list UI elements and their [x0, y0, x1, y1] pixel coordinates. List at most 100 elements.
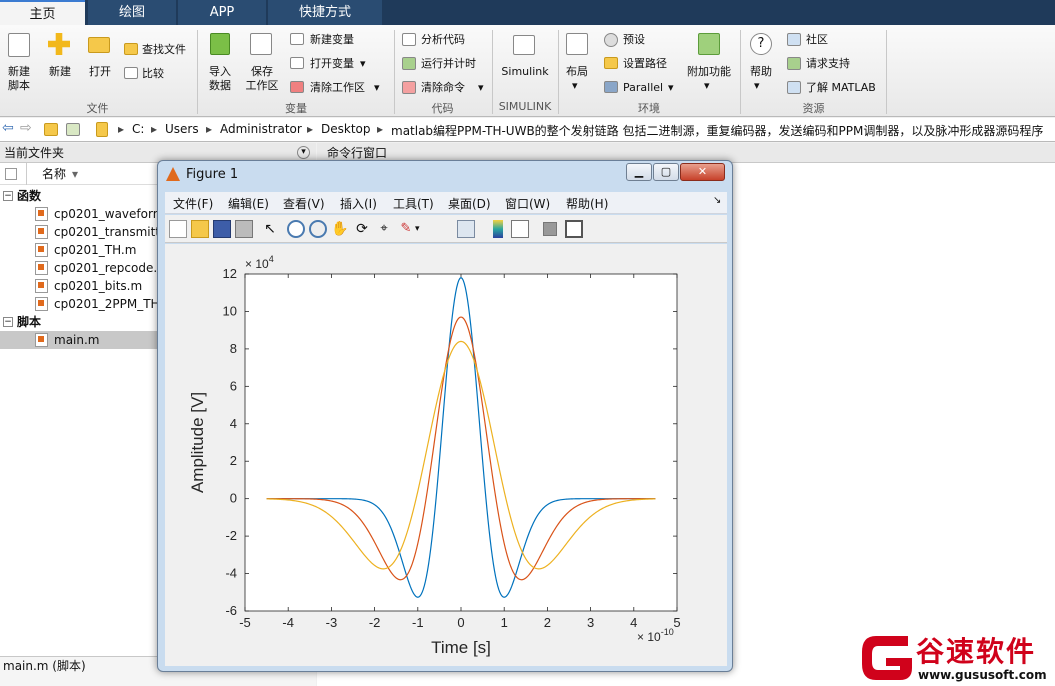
colorbar-icon[interactable]: [493, 220, 503, 238]
clear-workspace-button[interactable]: 清除工作区: [310, 81, 365, 95]
back-arrow-icon[interactable]: ⇦: [2, 120, 14, 136]
x-tick-label: 0: [457, 615, 464, 630]
divider: [26, 163, 27, 185]
pointer-icon[interactable]: ↖: [261, 220, 279, 238]
forward-arrow-icon[interactable]: ⇨: [20, 120, 32, 136]
zoom-out-icon[interactable]: [309, 220, 327, 238]
address-bar: ⇦ ⇨ ▸ C: ▸ Users ▸ Administrator ▸ Deskt…: [0, 118, 1055, 142]
set-path-button[interactable]: 设置路径: [623, 57, 667, 71]
close-button[interactable]: ✕: [680, 163, 725, 181]
pan-hand-icon[interactable]: ✋: [331, 220, 349, 238]
brand-name: 谷速软件: [916, 635, 1037, 668]
dock-arrow-icon[interactable]: ↘: [713, 195, 721, 206]
show-plot-tools-icon[interactable]: [565, 220, 583, 238]
tab-plots[interactable]: 绘图: [88, 0, 176, 25]
y-tick-label: 2: [230, 453, 237, 468]
menu-view[interactable]: 查看(V): [283, 195, 325, 212]
breadcrumb-administrator[interactable]: Administrator: [220, 122, 302, 136]
new-variable-button[interactable]: 新建变量: [310, 33, 354, 47]
new-button[interactable]: 新建: [44, 65, 76, 79]
chevron-down-icon[interactable]: ▾: [374, 81, 380, 95]
find-files-button[interactable]: 查找文件: [142, 43, 186, 57]
maximize-button[interactable]: ▢: [653, 163, 679, 181]
add-ons-button[interactable]: 附加功能: [684, 65, 734, 79]
brush-icon[interactable]: ✎: [397, 220, 415, 238]
open-variable-icon: [290, 57, 304, 69]
sort-arrow-icon[interactable]: ▾: [72, 163, 78, 185]
import-data-icon: [210, 33, 230, 55]
open-button[interactable]: 打开: [84, 65, 116, 79]
menu-help[interactable]: 帮助(H): [566, 195, 608, 212]
legend-icon[interactable]: [511, 220, 529, 238]
save-workspace-button[interactable]: 保存 工作区: [243, 65, 281, 93]
m-file-icon: [35, 243, 48, 257]
menu-insert[interactable]: 插入(I): [340, 195, 377, 212]
rotate-3d-icon[interactable]: ⟳: [353, 220, 371, 238]
link-plot-icon[interactable]: [457, 220, 475, 238]
chevron-down-icon[interactable]: ▾: [415, 220, 433, 238]
up-folder-icon[interactable]: [44, 123, 58, 136]
breadcrumb-drive[interactable]: C:: [132, 122, 144, 136]
menu-edit[interactable]: 编辑(E): [228, 195, 269, 212]
preferences-button[interactable]: 预设: [623, 33, 645, 47]
breadcrumb-project-folder[interactable]: matlab编程PPM-TH-UWB的整个发射链路 包括二进制源，重复编码器，发…: [391, 122, 1051, 139]
run-and-time-button[interactable]: 运行并计时: [421, 57, 476, 71]
chevron-down-icon[interactable]: ▾: [704, 79, 710, 93]
layout-button[interactable]: 布局: [561, 65, 593, 79]
clear-workspace-icon: [290, 81, 304, 93]
m-file-icon: [35, 261, 48, 275]
figure-canvas: -5 -4 -3 -2 -1 0 1 2 3 4 5 -6 -4 -2 0 2 4 6 8 10 12 × 104 × 10…: [165, 244, 727, 666]
learn-matlab-link[interactable]: 了解 MATLAB: [806, 81, 876, 95]
save-icon[interactable]: [213, 220, 231, 238]
analyze-code-button[interactable]: 分析代码: [421, 33, 465, 47]
folder-icon: [96, 122, 108, 137]
compare-button[interactable]: 比较: [142, 67, 164, 81]
select-all-checkbox[interactable]: [5, 168, 17, 180]
tab-home[interactable]: 主页: [0, 0, 85, 25]
browse-folder-icon[interactable]: [66, 123, 80, 136]
menu-tools[interactable]: 工具(T): [393, 195, 434, 212]
request-support-link[interactable]: 请求支持: [806, 57, 850, 71]
new-variable-icon: [290, 33, 304, 45]
chevron-down-icon[interactable]: ▾: [754, 79, 760, 93]
breadcrumb-desktop[interactable]: Desktop: [321, 122, 371, 136]
menu-desktop[interactable]: 桌面(D): [448, 195, 491, 212]
panel-menu-icon[interactable]: ▾: [297, 146, 310, 159]
tab-shortcuts[interactable]: 快捷方式: [268, 0, 382, 25]
collapse-icon[interactable]: −: [3, 317, 13, 327]
data-cursor-icon[interactable]: ⌖: [375, 220, 393, 238]
new-script-button[interactable]: 新建 脚本: [2, 65, 36, 93]
new-figure-icon[interactable]: [169, 220, 187, 238]
file-group-label: 文件: [86, 102, 109, 115]
collapse-icon[interactable]: −: [3, 191, 13, 201]
chevron-down-icon[interactable]: ▾: [572, 79, 578, 93]
chevron-down-icon[interactable]: ▾: [360, 57, 366, 71]
hide-plot-tools-icon[interactable]: [543, 222, 557, 236]
y-axis-label: Amplitude [V]: [188, 392, 207, 493]
file-name: cp0201_TH.m: [54, 243, 137, 257]
clear-commands-button[interactable]: 清除命令: [421, 81, 465, 95]
y-tick-label: 0: [230, 491, 237, 506]
m-file-icon: [35, 225, 48, 239]
open-variable-button[interactable]: 打开变量: [310, 57, 354, 71]
name-column-header[interactable]: 名称: [42, 163, 66, 185]
open-file-icon[interactable]: [191, 220, 209, 238]
chevron-down-icon[interactable]: ▾: [668, 81, 674, 95]
simulink-button[interactable]: Simulink: [497, 65, 553, 79]
menu-window[interactable]: 窗口(W): [505, 195, 550, 212]
save-workspace-icon: [250, 33, 272, 55]
minimize-button[interactable]: ▁: [626, 163, 652, 181]
zoom-in-icon[interactable]: [287, 220, 305, 238]
parallel-button[interactable]: Parallel: [623, 81, 663, 95]
breadcrumb-users[interactable]: Users: [165, 122, 199, 136]
community-link[interactable]: 社区: [806, 33, 828, 47]
import-data-button[interactable]: 导入 数据: [203, 65, 237, 93]
group-label-functions: 函数: [17, 189, 42, 203]
m-file-icon: [35, 207, 48, 221]
chevron-down-icon[interactable]: ▾: [478, 81, 484, 95]
menu-file[interactable]: 文件(F): [173, 195, 213, 212]
environment-group-label: 环境: [638, 102, 660, 115]
print-icon[interactable]: [235, 220, 253, 238]
tab-apps[interactable]: APP: [178, 0, 266, 25]
help-button[interactable]: 帮助: [745, 65, 777, 79]
